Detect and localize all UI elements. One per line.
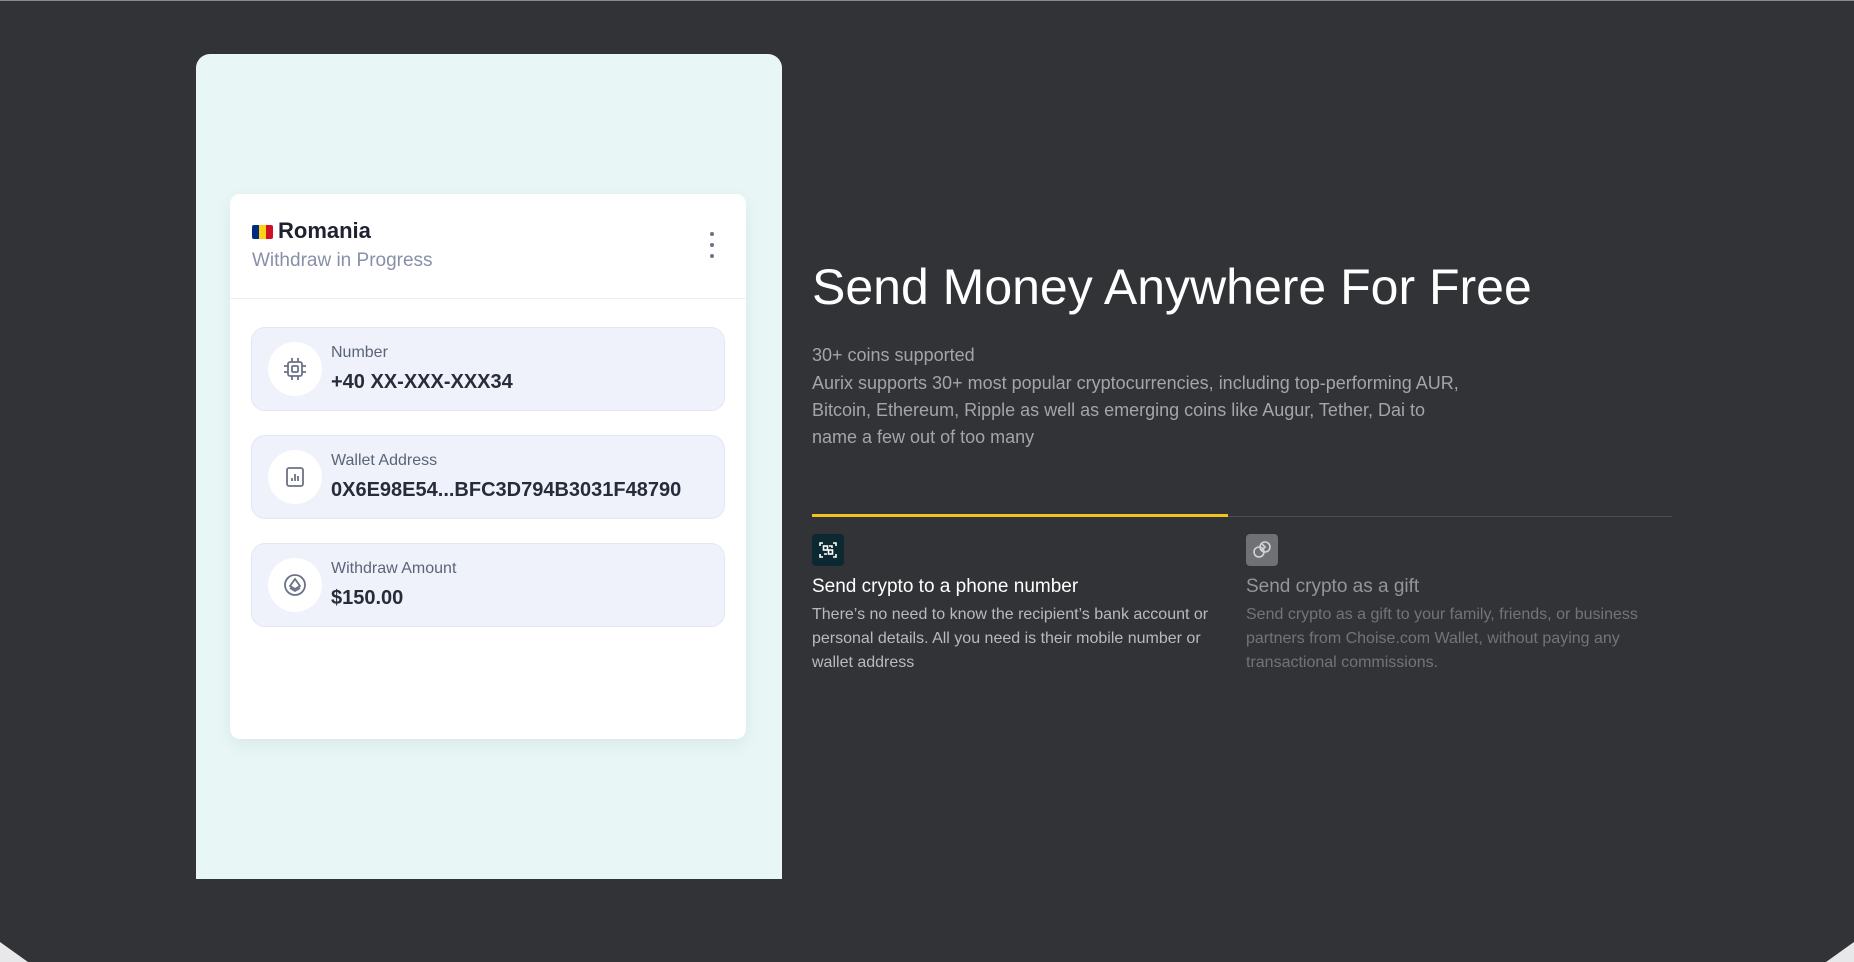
feature-text-phone: There’s no need to know the recipient’s … (812, 606, 1209, 671)
wallet-address-label: Wallet Address (331, 452, 438, 469)
gift-icon (1246, 534, 1278, 566)
feature-title-phone: Send crypto to a phone number (812, 576, 1079, 597)
number-label: Number (331, 344, 388, 361)
coin-icon (268, 558, 322, 612)
top-border (0, 0, 1854, 1)
card-header: Romania Withdraw in Progress (230, 194, 746, 299)
hero-subtitle: 30+ coins supported (812, 345, 975, 365)
withdraw-status: Withdraw in Progress (252, 250, 433, 271)
more-options-icon[interactable] (708, 232, 716, 258)
illustration-panel: Romania Withdraw in Progress Number +40 … (196, 54, 782, 879)
page: Romania Withdraw in Progress Number +40 … (0, 0, 1854, 962)
country-name: Romania (278, 218, 371, 243)
bottom-left-corner (0, 942, 28, 962)
withdraw-card: Romania Withdraw in Progress Number +40 … (230, 194, 746, 739)
chart-icon (268, 450, 322, 504)
feature-title-gift: Send crypto as a gift (1246, 576, 1420, 597)
withdraw-amount-value: $150.00 (331, 587, 404, 609)
wallet-address-row: Wallet Address 0X6E98E54...BFC3D794B3031… (251, 435, 725, 519)
withdraw-amount-row: Withdraw Amount $150.00 (251, 543, 725, 627)
wallet-address-value: 0X6E98E54...BFC3D794B3031F48790 (331, 479, 682, 501)
hero-description: Aurix supports 30+ most popular cryptocu… (812, 373, 1459, 447)
phone-scan-icon (812, 534, 844, 566)
number-value: +40 XX-XXX-XXX34 (331, 371, 513, 393)
chip-icon (268, 342, 322, 396)
feature-text-gift: Send crypto as a gift to your family, fr… (1246, 606, 1638, 671)
romania-flag-icon (252, 225, 273, 239)
hero-title: Send Money Anywhere For Free (812, 259, 1532, 315)
feature-tab-phone[interactable]: Send crypto to a phone number There’s no… (812, 534, 1242, 675)
number-row: Number +40 XX-XXX-XXX34 (251, 327, 725, 411)
bottom-right-corner (1826, 942, 1854, 962)
feature-tab-gift[interactable]: Send crypto as a gift Send crypto as a g… (1246, 534, 1676, 675)
active-tab-indicator (812, 514, 1228, 517)
withdraw-amount-label: Withdraw Amount (331, 560, 457, 577)
